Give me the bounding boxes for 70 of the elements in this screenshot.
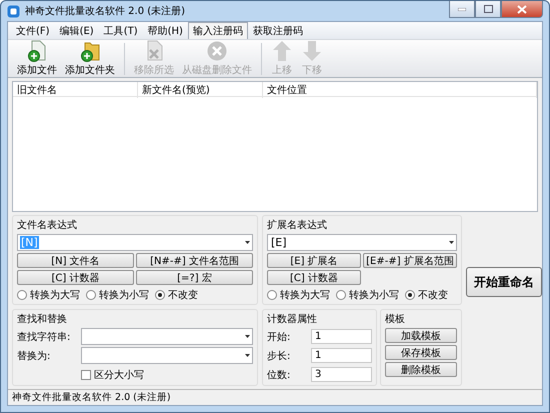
radio-button[interactable]	[86, 290, 96, 300]
case-option[interactable]: 转换为小写	[336, 288, 399, 302]
expression-insert-button[interactable]: [C] 计数器	[17, 270, 134, 286]
group-title: 扩展名表达式	[267, 218, 328, 232]
number-field[interactable]: 3	[311, 367, 372, 382]
column-header[interactable]: 新文件名(预览)	[138, 82, 263, 98]
arrow-down-icon	[301, 40, 323, 62]
case-option[interactable]: 不改变	[405, 288, 448, 302]
column-header[interactable]: 文件位置	[263, 82, 537, 98]
dropdown-arrow-icon[interactable]	[449, 241, 454, 244]
case-option[interactable]: 转换为大写	[17, 288, 80, 302]
start-rename-button[interactable]: 开始重命名	[466, 267, 542, 298]
radio-button[interactable]	[405, 290, 415, 300]
toolbar-button[interactable]: 添加文件	[14, 40, 60, 77]
file-add-icon	[26, 40, 48, 62]
expression-insert-button[interactable]: [E] 扩展名	[267, 253, 361, 268]
radio-button[interactable]	[336, 290, 346, 300]
number-field[interactable]: 1	[311, 348, 372, 364]
template-button[interactable]: 删除模板	[385, 362, 457, 378]
group-title: 模板	[385, 312, 406, 326]
minimize-icon	[458, 8, 466, 10]
menu-item[interactable]: 获取注册码	[248, 22, 308, 40]
group-title: 查找和替换	[17, 312, 68, 326]
menu-item[interactable]: 帮助(H)	[142, 22, 188, 40]
field-label: 位数:	[267, 368, 292, 382]
field-label: 步长:	[267, 350, 292, 363]
menu-item[interactable]: 输入注册码	[188, 22, 248, 40]
case-option[interactable]: 转换为小写	[86, 288, 149, 302]
menu-item[interactable]: 工具(T)	[98, 22, 143, 40]
expression-insert-button[interactable]: [N#-#] 文件名范围	[136, 253, 253, 268]
minimize-button[interactable]	[449, 1, 475, 18]
expression-combo[interactable]: [E]	[267, 234, 457, 252]
dropdown-arrow-icon[interactable]	[245, 241, 250, 244]
window-title: 神奇文件批量改名软件 2.0 (未注册)	[25, 4, 186, 18]
toolbar-button[interactable]: 添加文件夹	[62, 40, 118, 77]
case-option[interactable]: 转换为大写	[267, 288, 330, 302]
case-option[interactable]: 不改变	[155, 288, 198, 302]
field-label: 查找字符串:	[17, 330, 72, 344]
group-title: 文件名表达式	[17, 218, 78, 232]
column-header[interactable]: 旧文件名	[13, 82, 138, 98]
radio-button[interactable]	[267, 290, 277, 300]
expression-insert-button[interactable]: [E#-#] 扩展名范围	[363, 253, 457, 268]
menu-item[interactable]: 文件(F)	[11, 22, 55, 40]
expression-value: [E]	[270, 236, 288, 250]
maximize-button[interactable]	[475, 1, 501, 18]
folder-add-icon	[79, 40, 101, 62]
close-icon	[517, 4, 527, 14]
dropdown-arrow-icon[interactable]	[245, 335, 250, 338]
field-label: 开始:	[267, 330, 292, 344]
close-button[interactable]	[501, 1, 543, 18]
expression-insert-button[interactable]: [=?] 宏	[136, 270, 253, 286]
app-icon	[7, 4, 20, 18]
case-sensitive-option[interactable]: 区分大小写	[81, 368, 144, 382]
template-button[interactable]: 保存模板	[385, 345, 457, 360]
arrow-up-icon	[271, 40, 293, 62]
checkbox[interactable]	[81, 370, 91, 380]
delete-icon	[206, 40, 228, 62]
radio-button[interactable]	[155, 290, 165, 300]
group-title: 计数器属性	[267, 312, 318, 326]
expression-insert-button[interactable]: [C] 计数器	[267, 270, 361, 286]
radio-button[interactable]	[17, 290, 27, 300]
number-field[interactable]: 1	[311, 329, 372, 344]
menu-item[interactable]: 编辑(E)	[54, 22, 99, 40]
expression-value: [N]	[20, 236, 39, 250]
expression-insert-button[interactable]: [N] 文件名	[17, 253, 134, 268]
field-label: 替换为:	[17, 350, 52, 363]
dropdown-arrow-icon[interactable]	[245, 354, 250, 358]
status-text: 神奇文件批量改名软件 2.0 (未注册)	[12, 391, 171, 404]
maximize-icon	[484, 5, 492, 13]
template-button[interactable]: 加载模板	[385, 328, 457, 344]
